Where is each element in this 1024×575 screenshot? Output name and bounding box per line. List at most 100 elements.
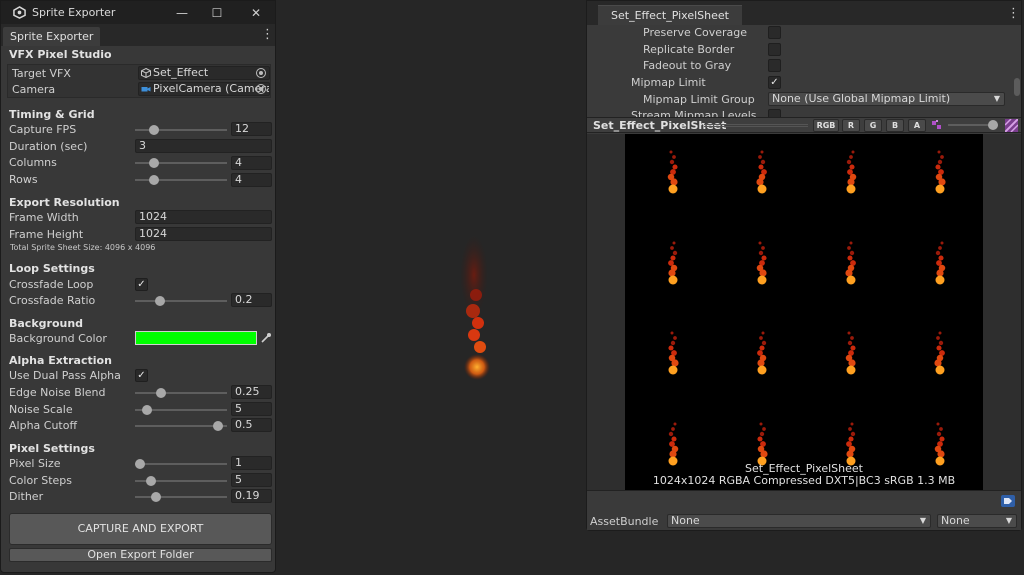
minimize-icon[interactable]: —: [164, 1, 200, 24]
columns-value[interactable]: 4: [231, 156, 272, 170]
checkerboard-toggle-icon[interactable]: [1005, 119, 1018, 132]
dither-label: Dither: [9, 490, 44, 503]
pixel-size-value[interactable]: 1: [231, 456, 272, 470]
camera-icon: [141, 87, 151, 92]
capture-fps-value[interactable]: 12: [231, 122, 272, 136]
pixel-size-slider[interactable]: [135, 463, 227, 465]
replicate-border-checkbox[interactable]: [768, 43, 781, 56]
color-steps-label: Color Steps: [9, 474, 72, 487]
more-options-icon[interactable]: ⋮: [261, 27, 274, 43]
color-steps-value[interactable]: 5: [231, 473, 272, 487]
frame-height-field[interactable]: 1024: [135, 227, 272, 241]
sprite-frame: [668, 422, 679, 466]
slider-thumb[interactable]: [988, 120, 998, 130]
eyedropper-icon[interactable]: [260, 332, 272, 344]
capture-and-export-button[interactable]: CAPTURE AND EXPORT: [9, 513, 272, 545]
section-alpha-extraction: Alpha Extraction: [9, 354, 112, 367]
preserve-coverage-checkbox[interactable]: [768, 26, 781, 39]
camera-field[interactable]: PixelCamera (Camera: [138, 82, 270, 96]
asset-bundle-area: AssetBundle None ▼ None ▼: [587, 490, 1021, 530]
slider-thumb[interactable]: [148, 125, 159, 135]
tab-sprite-exporter[interactable]: Sprite Exporter: [3, 27, 101, 46]
channel-a-button[interactable]: A: [908, 119, 926, 132]
noise-scale-value[interactable]: 5: [231, 402, 272, 416]
duration-label: Duration (sec): [9, 140, 88, 153]
sprite-frame: [845, 331, 856, 375]
sprite-frame: [757, 422, 768, 466]
open-export-folder-button[interactable]: Open Export Folder: [9, 548, 272, 562]
slider-thumb[interactable]: [141, 405, 152, 415]
rows-value[interactable]: 4: [231, 173, 272, 187]
slider-thumb[interactable]: [135, 459, 145, 469]
assetbundle-name-dropdown[interactable]: None ▼: [667, 514, 931, 528]
channel-g-button[interactable]: G: [864, 119, 882, 132]
inspector-scrollbar[interactable]: [1014, 28, 1020, 113]
preview-toolbar: Set_Effect_PixelSheet RGB R G B A: [587, 117, 1021, 133]
window-title: Sprite Exporter: [32, 6, 116, 19]
channel-b-button[interactable]: B: [886, 119, 904, 132]
object-picker-icon[interactable]: [256, 68, 266, 78]
channel-rgb-button[interactable]: RGB: [813, 119, 839, 132]
sprite-frame: [846, 422, 856, 466]
assetbundle-variant-dropdown[interactable]: None ▼: [937, 514, 1017, 528]
crossfade-ratio-value[interactable]: 0.2: [231, 293, 272, 307]
dither-slider[interactable]: [135, 496, 227, 498]
edge-noise-label: Edge Noise Blend: [9, 386, 106, 399]
frame-width-field[interactable]: 1024: [135, 210, 272, 224]
dropdown-arrow-icon: ▼: [993, 94, 1000, 103]
fadeout-gray-label: Fadeout to Gray: [643, 59, 732, 72]
target-vfx-field[interactable]: Set_Effect: [138, 66, 270, 80]
crossfade-loop-label: Crossfade Loop: [9, 278, 94, 291]
scrollbar-thumb[interactable]: [1014, 78, 1020, 96]
edge-noise-value[interactable]: 0.25: [231, 385, 272, 399]
replicate-border-label: Replicate Border: [643, 43, 735, 56]
mip-level-icon[interactable]: [930, 119, 944, 132]
drag-handle[interactable]: [704, 124, 808, 127]
channel-r-button[interactable]: R: [842, 119, 860, 132]
crossfade-ratio-slider[interactable]: [135, 300, 227, 302]
edge-noise-slider[interactable]: [135, 392, 227, 394]
more-options-icon[interactable]: ⋮: [1007, 6, 1020, 22]
dropdown-arrow-icon: ▼: [1005, 516, 1012, 525]
background-color-swatch[interactable]: [135, 331, 257, 345]
slider-thumb[interactable]: [150, 492, 161, 502]
texture-preview-area[interactable]: Set_Effect_PixelSheet 1024x1024 RGBA Com…: [587, 134, 1021, 490]
crossfade-loop-checkbox[interactable]: ✓: [135, 278, 148, 291]
mipmap-group-dropdown[interactable]: None (Use Global Mipmap Limit) ▼: [768, 92, 1005, 106]
slider-thumb[interactable]: [145, 476, 156, 486]
preserve-coverage-label: Preserve Coverage: [643, 26, 747, 39]
slider-thumb[interactable]: [154, 296, 165, 306]
slider-thumb[interactable]: [148, 175, 159, 185]
assetbundle-variant-value: None: [941, 514, 970, 527]
assetbundle-name-value: None: [671, 514, 700, 527]
label-tag-icon[interactable]: [1001, 495, 1015, 507]
sprite-sheet-image: [625, 134, 983, 490]
sprite-frame: [756, 150, 767, 194]
mipmap-limit-checkbox[interactable]: ✓: [768, 76, 781, 89]
duration-field[interactable]: 3: [135, 139, 272, 153]
section-export-resolution: Export Resolution: [9, 196, 120, 209]
mipmap-limit-label: Mipmap Limit: [631, 76, 706, 89]
close-icon[interactable]: ✕: [238, 1, 274, 24]
section-pixel-settings: Pixel Settings: [9, 442, 95, 455]
dual-pass-checkbox[interactable]: ✓: [135, 369, 148, 382]
sprite-frame: [934, 331, 945, 375]
section-background: Background: [9, 317, 84, 330]
fadeout-gray-checkbox[interactable]: [768, 59, 781, 72]
slider-thumb[interactable]: [148, 158, 159, 168]
slider-thumb[interactable]: [212, 421, 223, 431]
alpha-cutoff-value[interactable]: 0.5: [231, 418, 272, 432]
tab-texture[interactable]: Set_Effect_PixelSheet: [598, 5, 742, 25]
stream-mipmap-checkbox[interactable]: [768, 109, 781, 117]
camera-value: PixelCamera (Camera: [153, 82, 270, 95]
slider-thumb[interactable]: [155, 388, 166, 398]
tab-strip: Sprite Exporter ⋮: [1, 24, 275, 46]
rows-label: Rows: [9, 173, 38, 186]
dither-value[interactable]: 0.19: [231, 489, 272, 503]
object-picker-icon[interactable]: [256, 84, 266, 94]
sprite-frame: [845, 241, 856, 285]
assetbundle-label: AssetBundle: [590, 515, 659, 528]
maximize-icon[interactable]: ☐: [199, 1, 235, 24]
noise-scale-label: Noise Scale: [9, 403, 73, 416]
camera-label: Camera: [12, 83, 56, 96]
